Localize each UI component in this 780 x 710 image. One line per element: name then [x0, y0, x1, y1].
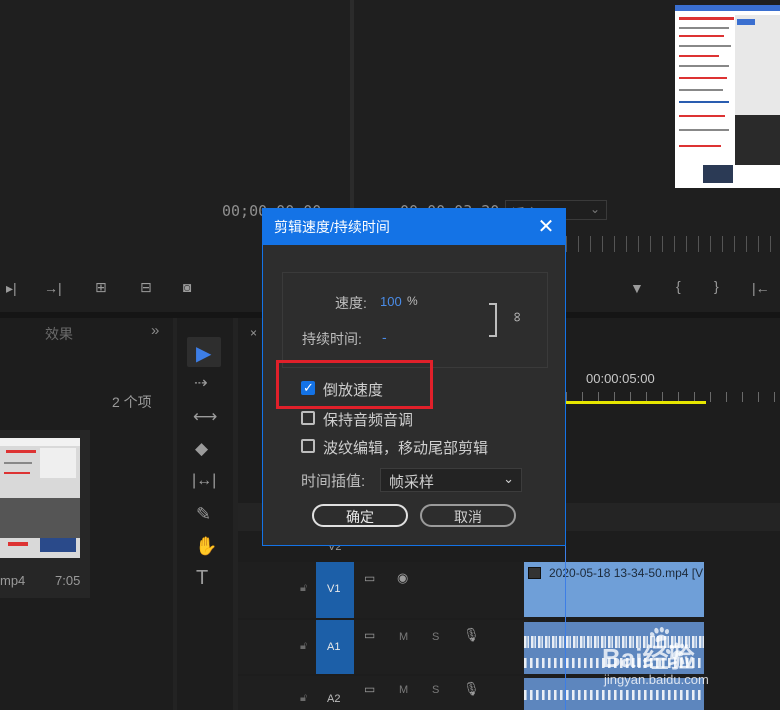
solo-button[interactable]: S [432, 684, 439, 696]
panel-overflow-icon[interactable]: » [151, 322, 159, 339]
ripple-edit-checkbox[interactable] [301, 439, 315, 453]
tab-effects[interactable]: 效果 [45, 324, 73, 344]
clip-thumbnail [0, 438, 80, 558]
ok-button[interactable]: 确定 [312, 504, 408, 527]
hand-icon[interactable]: ✋ [195, 537, 217, 555]
speed-unit: % [407, 294, 418, 308]
link-bracket [489, 303, 497, 337]
track-v1 [238, 562, 528, 618]
eye-icon[interactable]: ◉ [397, 571, 408, 584]
type-tool-icon[interactable]: T [196, 568, 208, 588]
marker-icon[interactable]: ▼ [630, 281, 644, 295]
close-icon[interactable]: ✕ [537, 209, 555, 245]
camera-icon[interactable]: ◙ [183, 280, 191, 294]
cancel-button[interactable]: 取消 [420, 504, 516, 527]
track-a2 [238, 676, 528, 710]
selection-tool[interactable]: ▶ [187, 337, 221, 367]
clip-duration: 7:05 [55, 573, 81, 588]
baidu-watermark: 🐾︎ Bai经验 jingyan.baidu.com [598, 620, 778, 692]
track-target-a2[interactable]: A2 [316, 676, 354, 710]
clip-name: mp4 [0, 573, 26, 588]
time-interp-label: 时间插值: [301, 473, 366, 490]
link-icon[interactable]: ∞ [510, 312, 526, 322]
clip-v1[interactable]: 2020-05-18 13-34-50.mp4 [V [524, 562, 704, 617]
razor-icon[interactable]: ◆ [195, 440, 208, 457]
clip-label: 2020-05-18 13-34-50.mp4 [V [549, 566, 704, 580]
track-target-v1[interactable]: V1 [316, 562, 354, 618]
mute-button[interactable]: M [399, 631, 408, 643]
track-a1 [238, 620, 528, 674]
mark-out-icon[interactable]: } [714, 279, 719, 293]
arrow-icon: ▶ [196, 343, 212, 365]
watermark-url: jingyan.baidu.com [604, 672, 709, 687]
duration-label: 持续时间: [302, 331, 362, 347]
track-name: V1 [327, 583, 341, 595]
mute-button[interactable]: M [399, 684, 408, 696]
item-count: 2 个项 [112, 394, 152, 410]
speed-value[interactable]: 100 [380, 294, 402, 309]
highlight-annotation-box [276, 360, 433, 409]
sync-icon[interactable]: ▭ [364, 683, 375, 695]
ripple-edit-label[interactable]: 波纹编辑，移动尾部剪辑 [323, 437, 488, 458]
speed-label: 速度: [335, 295, 367, 311]
duration-value[interactable]: - [382, 329, 387, 345]
slip-icon[interactable]: |↔| [192, 473, 216, 489]
sync-icon[interactable]: ▭ [364, 572, 375, 584]
lock-icon[interactable]: 🔓︎ [300, 583, 307, 594]
chevron-down-icon: ⌄ [589, 202, 600, 216]
overwrite-icon[interactable]: ⊟ [140, 280, 152, 294]
time-interp-select[interactable]: 帧采样 ⌄ [380, 468, 522, 492]
microphone-icon[interactable]: 🎙︎ [463, 682, 480, 695]
program-preview-image [675, 5, 780, 188]
pen-icon[interactable]: ✎ [196, 505, 211, 523]
go-to-out-icon[interactable]: →| [44, 281, 62, 295]
watermark-text: Bai经验 [602, 643, 695, 673]
go-to-in-icon[interactable]: |← [752, 281, 770, 295]
play-step-icon[interactable]: ▸| [6, 281, 17, 295]
speed-group: 速度: 100 % 持续时间: - ∞ [282, 272, 548, 368]
solo-button[interactable]: S [432, 631, 439, 643]
fx-icon [528, 567, 541, 579]
maintain-pitch-checkbox[interactable] [301, 411, 315, 425]
track-name: A1 [327, 641, 341, 653]
work-area-bar[interactable] [566, 401, 706, 404]
sync-icon[interactable]: ▭ [364, 629, 375, 641]
maintain-pitch-label[interactable]: 保持音频音调 [323, 409, 413, 430]
dialog-title: 剪辑速度/持续时间 [274, 219, 390, 235]
track-target-a1[interactable]: A1 [316, 620, 354, 674]
track-select-icon[interactable]: ⇢ [194, 376, 207, 392]
ripple-edit-icon[interactable]: ⟷ [193, 408, 217, 425]
microphone-icon[interactable]: 🎙︎ [463, 628, 480, 641]
track-name: A2 [327, 693, 341, 705]
close-icon[interactable]: × [250, 326, 257, 340]
ruler-time: 00:00:05:00 [586, 371, 655, 386]
lock-icon[interactable]: 🔓︎ [300, 693, 307, 704]
insert-icon[interactable]: ⊞ [95, 280, 107, 294]
project-clip-tile[interactable]: mp4 7:05 [0, 430, 90, 598]
program-ruler [566, 236, 780, 252]
time-interp-value: 帧采样 [389, 474, 435, 491]
dialog-titlebar[interactable]: 剪辑速度/持续时间 ✕ [263, 209, 565, 245]
lock-icon[interactable]: 🔓︎ [300, 641, 307, 652]
mark-in-icon[interactable]: { [676, 279, 681, 293]
chevron-down-icon: ⌄ [503, 471, 514, 486]
